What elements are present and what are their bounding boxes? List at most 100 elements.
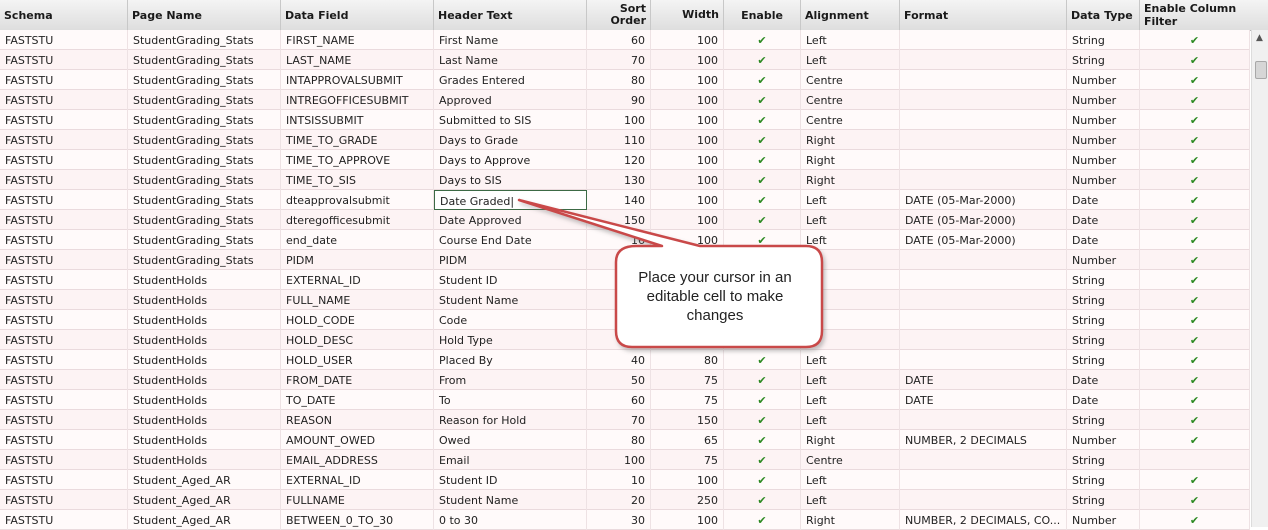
cell-data-field[interactable]: HOLD_DESC — [281, 330, 434, 350]
cell-data-field[interactable]: PIDM — [281, 250, 434, 270]
cell-format[interactable] — [900, 70, 1067, 90]
cell-alignment[interactable]: Left — [801, 50, 900, 70]
cell-width[interactable]: 100 — [651, 70, 724, 90]
cell-data-type[interactable]: Number — [1067, 510, 1140, 530]
table-row[interactable]: FASTSTU StudentHolds REASON Reason for Hold… — [0, 410, 1250, 430]
cell-width[interactable]: 75 — [651, 390, 724, 410]
cell-schema[interactable]: FASTSTU — [0, 150, 128, 170]
cell-width[interactable]: 100 — [651, 30, 724, 50]
cell-schema[interactable]: FASTSTU — [0, 130, 128, 150]
table-row[interactable]: FASTSTU StudentGrading_Stats INTREGOFFICES… — [0, 90, 1250, 110]
cell-width[interactable] — [651, 330, 724, 350]
editable-cell-input[interactable]: Date Graded| — [434, 190, 587, 210]
cell-width[interactable]: 100 — [651, 50, 724, 70]
column-header-header-text[interactable]: Header Text — [434, 0, 587, 30]
cell-data-field[interactable]: TO_DATE — [281, 390, 434, 410]
cell-data-field[interactable]: TIME_TO_GRADE — [281, 130, 434, 150]
cell-page-name[interactable]: Student_Aged_AR — [128, 490, 281, 510]
check-icon[interactable]: ✔ — [724, 70, 801, 90]
cell-schema[interactable]: FASTSTU — [0, 490, 128, 510]
cell-format[interactable] — [900, 450, 1067, 470]
cell-sort-order[interactable]: 60 — [587, 30, 651, 50]
cell-data-type[interactable]: Number — [1067, 250, 1140, 270]
cell-alignment[interactable]: Right — [801, 510, 900, 530]
cell-alignment[interactable]: Left — [801, 490, 900, 510]
cell-sort-order[interactable]: 100 — [587, 450, 651, 470]
cell-format[interactable]: NUMBER, 2 DECIMALS, CO... — [900, 510, 1067, 530]
table-row[interactable]: FASTSTU StudentGrading_Stats end_date Cours… — [0, 230, 1250, 250]
cell-sort-order[interactable]: 150 — [587, 210, 651, 230]
cell-data-field[interactable]: EXTERNAL_ID — [281, 270, 434, 290]
cell-alignment[interactable]: Left — [801, 350, 900, 370]
cell-data-field[interactable]: EMAIL_ADDRESS — [281, 450, 434, 470]
cell-header-text[interactable]: From — [434, 370, 587, 390]
cell-alignment[interactable] — [801, 310, 900, 330]
cell-schema[interactable]: FASTSTU — [0, 170, 128, 190]
cell-format[interactable] — [900, 410, 1067, 430]
cell-alignment[interactable] — [801, 250, 900, 270]
cell-data-field[interactable]: TIME_TO_APPROVE — [281, 150, 434, 170]
cell-schema[interactable]: FASTSTU — [0, 210, 128, 230]
cell-data-field[interactable]: dteregofficesubmit — [281, 210, 434, 230]
cell-page-name[interactable]: StudentHolds — [128, 390, 281, 410]
cell-schema[interactable]: FASTSTU — [0, 50, 128, 70]
cell-alignment[interactable]: Right — [801, 170, 900, 190]
cell-sort-order[interactable]: 90 — [587, 90, 651, 110]
cell-width[interactable]: 100 — [651, 510, 724, 530]
check-icon[interactable]: ✔ — [1140, 190, 1250, 210]
cell-sort-order[interactable]: 100 — [587, 110, 651, 130]
check-icon[interactable]: ✔ — [1140, 50, 1250, 70]
check-icon[interactable]: ✔ — [724, 470, 801, 490]
table-row[interactable]: FASTSTU StudentGrading_Stats INTAPPROVALSU… — [0, 70, 1250, 90]
cell-header-text[interactable]: Student ID — [434, 270, 587, 290]
check-icon[interactable]: ✔ — [724, 150, 801, 170]
check-icon[interactable]: ✔ — [724, 430, 801, 450]
check-icon[interactable]: ✔ — [1140, 90, 1250, 110]
check-icon[interactable]: ✔ — [1140, 410, 1250, 430]
cell-schema[interactable]: FASTSTU — [0, 90, 128, 110]
cell-data-field[interactable]: HOLD_CODE — [281, 310, 434, 330]
cell-sort-order[interactable]: 120 — [587, 150, 651, 170]
check-icon[interactable]: ✔ — [724, 490, 801, 510]
cell-header-text[interactable]: Hold Type — [434, 330, 587, 350]
cell-header-text[interactable]: Student Name — [434, 290, 587, 310]
cell-format[interactable] — [900, 250, 1067, 270]
cell-alignment[interactable]: Left — [801, 370, 900, 390]
cell-schema[interactable]: FASTSTU — [0, 70, 128, 90]
cell-page-name[interactable]: StudentGrading_Stats — [128, 50, 281, 70]
cell-alignment[interactable]: Left — [801, 390, 900, 410]
check-icon[interactable]: ✔ — [724, 390, 801, 410]
cell-format[interactable]: DATE (05-Mar-2000) — [900, 210, 1067, 230]
cell-schema[interactable]: FASTSTU — [0, 30, 128, 50]
cell-data-type[interactable]: String — [1067, 50, 1140, 70]
cell-format[interactable]: DATE (05-Mar-2000) — [900, 190, 1067, 210]
cell-data-field[interactable]: BETWEEN_0_TO_30 — [281, 510, 434, 530]
cell-data-field[interactable]: INTAPPROVALSUBMIT — [281, 70, 434, 90]
cell-width[interactable]: 250 — [651, 490, 724, 510]
check-icon[interactable]: ✔ — [724, 370, 801, 390]
cell-data-field[interactable]: HOLD_USER — [281, 350, 434, 370]
check-icon[interactable]: ✔ — [724, 130, 801, 150]
cell-sort-order[interactable]: 130 — [587, 170, 651, 190]
cell-page-name[interactable]: StudentGrading_Stats — [128, 30, 281, 50]
cell-format[interactable] — [900, 150, 1067, 170]
cell-header-text[interactable]: Course End Date — [434, 230, 587, 250]
cell-page-name[interactable]: StudentGrading_Stats — [128, 70, 281, 90]
check-icon[interactable]: ✔ — [1140, 330, 1250, 350]
cell-width[interactable]: 100 — [651, 90, 724, 110]
cell-format[interactable] — [900, 110, 1067, 130]
cell-page-name[interactable]: StudentHolds — [128, 450, 281, 470]
vertical-scrollbar[interactable]: ▲ — [1251, 30, 1268, 527]
check-icon[interactable]: ✔ — [1140, 150, 1250, 170]
table-row[interactable]: FASTSTU StudentGrading_Stats dteapprovalsu… — [0, 190, 1250, 210]
cell-format[interactable] — [900, 310, 1067, 330]
cell-data-type[interactable]: String — [1067, 470, 1140, 490]
check-icon[interactable]: ✔ — [724, 190, 801, 210]
check-icon[interactable]: ✔ — [1140, 70, 1250, 90]
table-row[interactable]: FASTSTU Student_Aged_AR FULLNAME Student Na… — [0, 490, 1250, 510]
check-icon[interactable]: ✔ — [1140, 430, 1250, 450]
table-row[interactable]: FASTSTU StudentGrading_Stats TIME_TO_GRADE… — [0, 130, 1250, 150]
check-icon[interactable]: ✔ — [1140, 130, 1250, 150]
check-icon[interactable]: ✔ — [1140, 250, 1250, 270]
cell-header-text[interactable]: Submitted to SIS — [434, 110, 587, 130]
